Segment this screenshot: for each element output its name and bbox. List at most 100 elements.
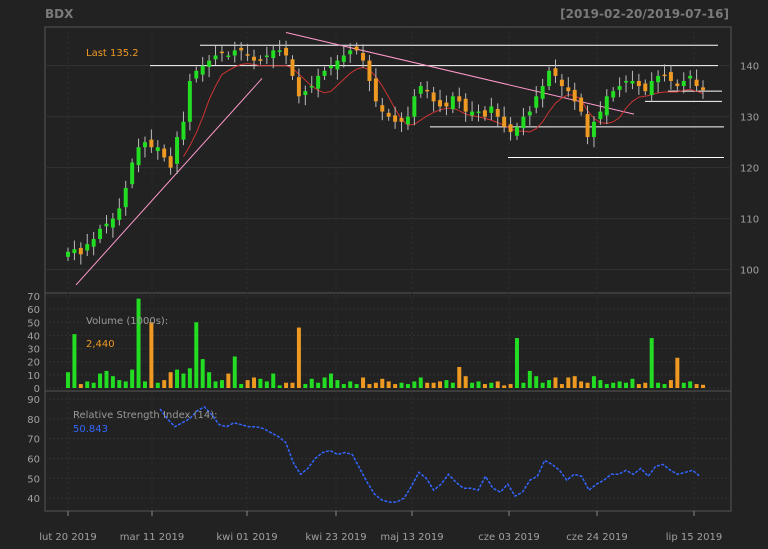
volume-bar: [438, 381, 443, 388]
volume-bar: [579, 381, 584, 388]
candle-body: [405, 116, 410, 125]
volume-bar: [296, 327, 301, 388]
rsi-y-tick: 50: [27, 474, 40, 485]
rsi-panel-frame: [44, 390, 732, 512]
candle-body: [617, 86, 622, 90]
volume-bar: [104, 370, 109, 388]
price-panel-frame: [44, 26, 732, 294]
volume-bar: [258, 378, 263, 388]
volume-bar: [155, 382, 160, 388]
candle-body: [386, 112, 391, 117]
rsi-y-tick: 60: [27, 454, 40, 465]
volume-panel-frame: [44, 292, 732, 392]
rsi-y-tick: 90: [27, 395, 40, 406]
date-range: [2019-02-20/2019-07-16]: [560, 7, 729, 21]
volume-bar: [656, 382, 661, 388]
candle-body: [328, 65, 333, 69]
volume-bar: [91, 382, 96, 388]
volume-bar: [245, 380, 250, 388]
volume-bar: [335, 380, 340, 388]
volume-bar: [290, 382, 295, 388]
volume-bar: [252, 377, 256, 388]
candle-body: [175, 137, 180, 164]
volume-bar: [354, 384, 359, 388]
volume-bar: [405, 384, 410, 388]
candle-body: [316, 75, 321, 89]
volume-bar: [508, 384, 513, 388]
candle-body: [675, 83, 680, 87]
candle-body: [296, 77, 301, 97]
candle-body: [162, 148, 167, 158]
volume-bar: [540, 382, 545, 388]
volume-y-tick: 40: [27, 331, 40, 342]
candle-body: [579, 97, 584, 112]
candle-body: [226, 55, 231, 57]
candle-body: [367, 60, 372, 81]
volume-bar: [316, 382, 321, 388]
candle-body: [591, 121, 596, 138]
volume-bar: [213, 381, 218, 388]
volume-bar: [226, 373, 231, 388]
candle-body: [361, 52, 366, 61]
volume-bar: [431, 382, 436, 388]
candle-body: [636, 80, 641, 87]
candle-body: [348, 50, 353, 55]
volume-bar: [168, 372, 173, 388]
volume-bar: [515, 338, 519, 388]
volume-bar: [264, 381, 269, 388]
volume-bar: [636, 384, 641, 388]
volume-bar: [502, 385, 507, 388]
volume-bar: [271, 373, 276, 388]
candle-body: [444, 102, 449, 107]
volume-y-tick: 60: [27, 305, 40, 316]
candle-body: [72, 249, 77, 254]
candle-body: [694, 79, 699, 87]
volume-bar: [175, 369, 180, 388]
candle-body: [380, 105, 385, 112]
candle-body: [668, 72, 673, 81]
candle-body: [155, 147, 160, 152]
candle-body: [194, 70, 199, 79]
candle-body: [630, 80, 635, 84]
volume-bar: [476, 381, 481, 388]
candle-body: [489, 106, 494, 113]
candle-body: [547, 70, 552, 87]
volume-bar: [688, 381, 693, 388]
volume-bar: [701, 384, 705, 388]
volume-bar: [85, 381, 90, 388]
candle-body: [604, 96, 609, 116]
volume-bar: [617, 381, 622, 388]
candle-body: [213, 55, 218, 60]
volume-bar: [450, 382, 455, 388]
volume-bar: [98, 373, 103, 388]
volume-bar: [527, 370, 532, 388]
volume-bar: [328, 373, 333, 388]
candle-body: [123, 188, 128, 208]
volume-bar: [553, 377, 558, 388]
volume-y-tick: 0: [34, 384, 40, 395]
price-y-tick: 100: [740, 266, 759, 277]
volume-bar: [675, 357, 680, 388]
candle-body: [482, 110, 487, 117]
candle-body: [232, 50, 237, 56]
volume-bar: [277, 385, 282, 388]
candle-body: [341, 55, 346, 62]
candle-body: [239, 47, 244, 51]
candle-body: [168, 156, 173, 168]
candle-body: [585, 114, 590, 138]
candle-body: [566, 87, 571, 92]
candle-body: [117, 208, 122, 220]
candle-body: [431, 92, 436, 102]
volume-bar: [630, 378, 635, 388]
volume-bar: [566, 377, 571, 388]
candle-body: [219, 51, 224, 54]
volume-bar: [604, 384, 609, 388]
volume-bar: [585, 382, 590, 388]
candle-body: [662, 74, 667, 77]
candle-body: [181, 121, 186, 140]
candle-body: [515, 126, 519, 136]
volume-bar: [662, 384, 667, 388]
candle-body: [207, 60, 212, 67]
candle-body: [540, 86, 545, 99]
candle-body: [643, 83, 648, 92]
